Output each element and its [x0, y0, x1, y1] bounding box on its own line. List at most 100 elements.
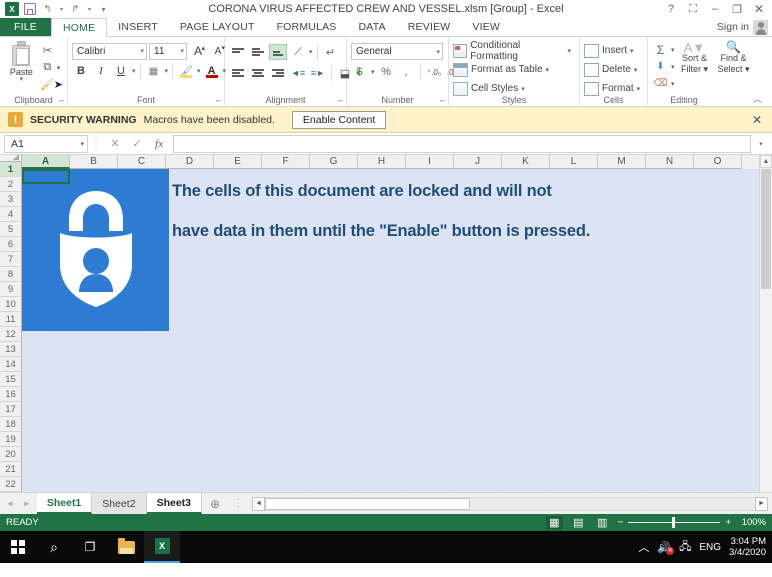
- align-left-button[interactable]: [229, 65, 247, 81]
- row-header-13[interactable]: 13: [0, 342, 22, 357]
- row-header-1[interactable]: 1: [0, 162, 22, 177]
- grid-cell[interactable]: [262, 304, 310, 319]
- grid-cells[interactable]: The cells of this document are locked an…: [22, 169, 759, 492]
- grid-cell[interactable]: [118, 334, 166, 349]
- align-right-button[interactable]: [269, 65, 287, 81]
- tab-view[interactable]: VIEW: [461, 18, 511, 36]
- zoom-in-button[interactable]: +: [725, 517, 731, 528]
- zoom-out-button[interactable]: −: [618, 517, 624, 528]
- grid-cell[interactable]: [358, 289, 406, 304]
- grid-cell[interactable]: [118, 424, 166, 439]
- chevron-down-icon[interactable]: ▾: [630, 47, 634, 55]
- grid-cell[interactable]: [646, 259, 694, 274]
- grid-cell[interactable]: [118, 379, 166, 394]
- grid-cell[interactable]: [598, 259, 646, 274]
- grid-cell[interactable]: [502, 334, 550, 349]
- grid-cell[interactable]: [166, 454, 214, 469]
- row-header-21[interactable]: 21: [0, 462, 22, 477]
- grid-cell[interactable]: [598, 409, 646, 424]
- grid-cell[interactable]: [22, 349, 70, 364]
- grid-cell[interactable]: [502, 439, 550, 454]
- grid-cell[interactable]: [118, 469, 166, 484]
- insert-function-button[interactable]: fx: [148, 135, 170, 153]
- grid-cell[interactable]: [22, 454, 70, 469]
- save-icon[interactable]: [22, 2, 37, 17]
- column-header-c[interactable]: C: [118, 155, 166, 169]
- grid-cell[interactable]: [214, 274, 262, 289]
- grid-cell[interactable]: [406, 349, 454, 364]
- grid-cell[interactable]: [550, 304, 598, 319]
- grid-cell[interactable]: [502, 469, 550, 484]
- grid-cell[interactable]: [406, 304, 454, 319]
- font-color-button[interactable]: A: [203, 63, 221, 80]
- borders-button[interactable]: ▦: [145, 63, 163, 80]
- insert-cells-button[interactable]: Insert ▾: [584, 42, 638, 59]
- grid-cell[interactable]: [70, 454, 118, 469]
- grid-cell[interactable]: [214, 424, 262, 439]
- column-header-h[interactable]: H: [358, 155, 406, 169]
- grid-cell[interactable]: [550, 394, 598, 409]
- row-header-14[interactable]: 14: [0, 357, 22, 372]
- grid-cell[interactable]: [694, 289, 742, 304]
- font-dialog-launcher-icon[interactable]: ⌐: [216, 96, 221, 105]
- grid-cell[interactable]: [646, 304, 694, 319]
- font-name-combo[interactable]: Calibri ▾: [72, 42, 147, 60]
- sheet-tab-sheet2[interactable]: Sheet2: [92, 493, 147, 514]
- grid-cell[interactable]: [694, 274, 742, 289]
- grid-cell[interactable]: [550, 364, 598, 379]
- grid-cell[interactable]: [502, 454, 550, 469]
- find-select-button[interactable]: 🔍 Find & Select ▾: [715, 41, 753, 75]
- avatar[interactable]: [753, 19, 768, 35]
- grid-cell[interactable]: [166, 304, 214, 319]
- top-align-button[interactable]: [229, 44, 247, 60]
- grid-cell[interactable]: [310, 409, 358, 424]
- row-header-20[interactable]: 20: [0, 447, 22, 462]
- horizontal-scroll-thumb[interactable]: [265, 497, 471, 510]
- add-sheet-button[interactable]: ⊕: [202, 493, 228, 514]
- grid-cell[interactable]: [694, 484, 742, 492]
- grid-cell[interactable]: [310, 259, 358, 274]
- grid-cell[interactable]: [22, 334, 70, 349]
- grid-cell[interactable]: [166, 439, 214, 454]
- horizontal-scrollbar[interactable]: ◄ ►: [248, 493, 772, 514]
- column-header-i[interactable]: I: [406, 155, 454, 169]
- grid-cell[interactable]: [454, 379, 502, 394]
- grid-cell[interactable]: [646, 379, 694, 394]
- grid-cell[interactable]: [358, 484, 406, 492]
- grid-cell[interactable]: [550, 274, 598, 289]
- customize-qat-icon[interactable]: ▾: [96, 2, 111, 17]
- copy-dropdown-icon[interactable]: ▾: [57, 64, 61, 72]
- increase-font-size-button[interactable]: A ▴: [189, 43, 207, 60]
- column-header-n[interactable]: N: [646, 155, 694, 169]
- grid-cell[interactable]: [166, 364, 214, 379]
- column-header-f[interactable]: F: [262, 155, 310, 169]
- chevron-down-icon[interactable]: ▾: [671, 46, 675, 54]
- scroll-right-button[interactable]: ►: [755, 496, 768, 511]
- number-dialog-launcher-icon[interactable]: ⌐: [440, 96, 445, 105]
- grid-cell[interactable]: [406, 424, 454, 439]
- align-center-button[interactable]: [249, 65, 267, 81]
- grid-cell[interactable]: [646, 409, 694, 424]
- grid-cell[interactable]: [166, 319, 214, 334]
- grid-cell[interactable]: [454, 409, 502, 424]
- grid-cell[interactable]: [70, 394, 118, 409]
- ribbon-display-options-button[interactable]: ⛶: [682, 1, 704, 18]
- grid-cell[interactable]: [694, 439, 742, 454]
- help-button[interactable]: ?: [660, 1, 682, 18]
- column-header-m[interactable]: M: [598, 155, 646, 169]
- grid-cell[interactable]: [454, 349, 502, 364]
- grid-cell[interactable]: [454, 469, 502, 484]
- borders-dropdown-icon[interactable]: ▾: [165, 67, 169, 75]
- grid-cell[interactable]: [550, 334, 598, 349]
- grid-cell[interactable]: [598, 364, 646, 379]
- grid-cell[interactable]: [358, 409, 406, 424]
- chevron-down-icon[interactable]: ▾: [433, 48, 440, 56]
- column-header-e[interactable]: E: [214, 155, 262, 169]
- grid-cell[interactable]: [358, 394, 406, 409]
- grid-cell[interactable]: [166, 289, 214, 304]
- font-size-combo[interactable]: 11 ▾: [149, 42, 187, 60]
- row-header-18[interactable]: 18: [0, 417, 22, 432]
- task-view-button[interactable]: ❐: [72, 531, 108, 563]
- grid-cell[interactable]: [646, 394, 694, 409]
- grid-cell[interactable]: [646, 469, 694, 484]
